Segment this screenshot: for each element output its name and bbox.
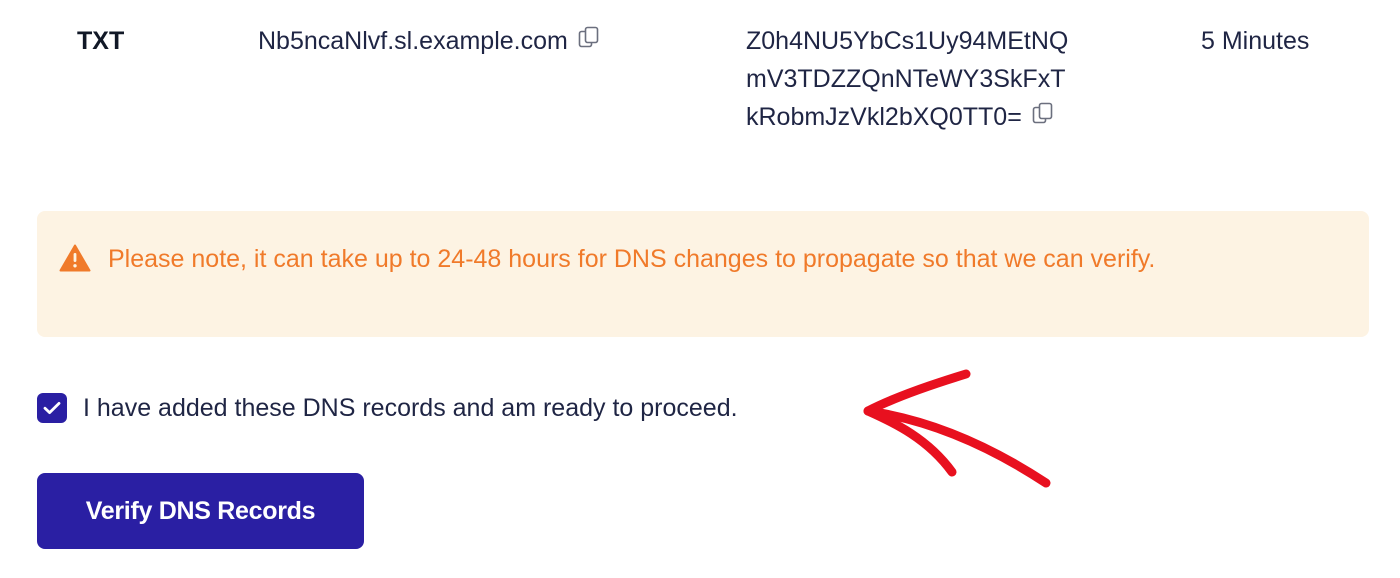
- record-value-last-line: kRobmJzVkl2bXQ0TT0=: [746, 98, 1146, 136]
- red-arrow-annotation: [863, 369, 1051, 488]
- verify-dns-records-button[interactable]: Verify DNS Records: [37, 473, 364, 549]
- record-value-line: kRobmJzVkl2bXQ0TT0=: [746, 103, 1022, 131]
- record-host: Nb5ncaNlvf.sl.example.com: [258, 27, 568, 55]
- dns-record-row: TXT Nb5ncaNlvf.sl.example.com Z0h4NU5YbC…: [0, 22, 1400, 152]
- checkmark-icon: [43, 402, 61, 414]
- copy-host-icon[interactable]: [578, 26, 600, 52]
- confirm-checkbox-label: I have added these DNS records and am re…: [83, 393, 738, 422]
- record-host-cell: Nb5ncaNlvf.sl.example.com: [258, 22, 600, 60]
- notice-text: Please note, it can take up to 24-48 hou…: [108, 245, 1156, 273]
- warning-triangle-icon: [59, 243, 91, 272]
- dns-propagation-notice: Please note, it can take up to 24-48 hou…: [37, 211, 1369, 337]
- record-ttl: 5 Minutes: [1201, 27, 1310, 55]
- record-value-line: Z0h4NU5YbCs1Uy94MEtNQ: [746, 27, 1069, 55]
- copy-value-icon[interactable]: [1032, 102, 1054, 128]
- record-value-cell: Z0h4NU5YbCs1Uy94MEtNQ mV3TDZZQnNTeWY3SkF…: [746, 22, 1146, 136]
- dns-verification-page: TXT Nb5ncaNlvf.sl.example.com Z0h4NU5YbC…: [0, 0, 1400, 578]
- record-value-line: mV3TDZZQnNTeWY3SkFxT: [746, 65, 1066, 93]
- record-type: TXT: [77, 27, 125, 55]
- confirm-records-checkbox-row[interactable]: I have added these DNS records and am re…: [37, 390, 738, 426]
- confirm-checkbox[interactable]: [37, 393, 67, 423]
